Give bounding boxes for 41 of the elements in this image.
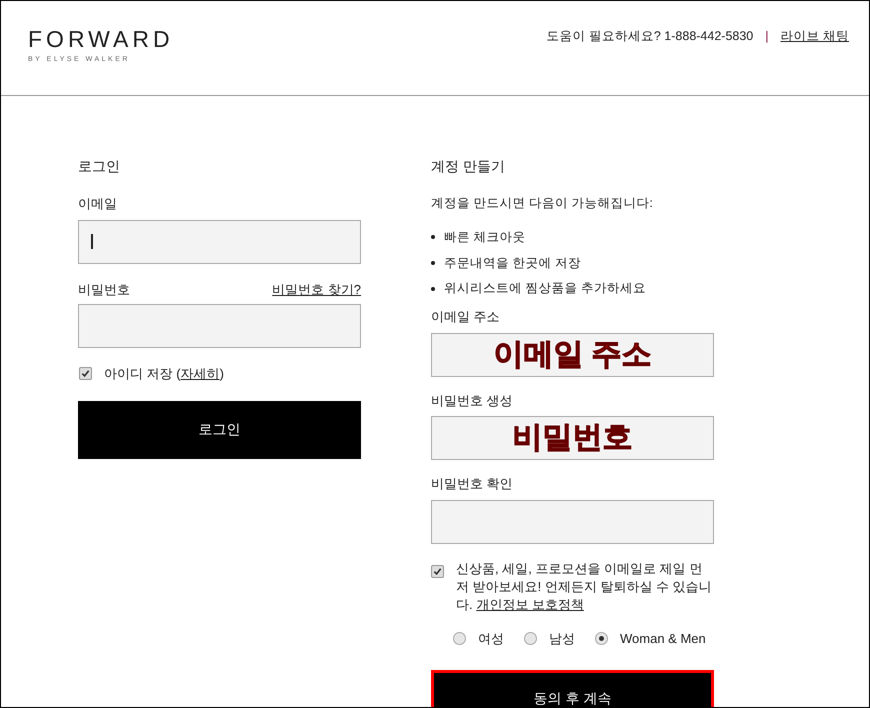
login-button[interactable]: 로그인 <box>78 400 361 458</box>
checkmark-icon <box>81 369 90 378</box>
checkbox[interactable] <box>431 564 444 578</box>
intro-text: 계정을 만드시면 다음이 가능해집니다: <box>431 195 654 212</box>
details-link[interactable]: 자세히 <box>180 366 220 381</box>
field-label: 이메일 주소 <box>431 308 501 326</box>
benefit-text: 위시리스트에 찜상품을 추가하세요 <box>444 280 646 298</box>
radio-label: 여성 <box>478 630 504 648</box>
continue-button[interactable]: 동의 후 계속 <box>431 670 714 707</box>
input-field[interactable] <box>78 220 361 264</box>
logo[interactable]: FORWARD <box>28 27 174 51</box>
field-label: 비밀번호 확인 <box>431 475 514 493</box>
newsletter-text: 신상품, 세일, 프로모션을 이메일로 제일 먼저 받아보세요! 언제든지 탈퇴하실 수 있습니다. 개인정보 보호정책 <box>456 560 713 614</box>
checkbox[interactable] <box>79 367 92 380</box>
radio-label: 남성 <box>549 630 575 648</box>
bullet-icon <box>431 235 435 240</box>
radio-button[interactable] <box>595 632 608 645</box>
benefit-text: 빠른 체크아웃 <box>444 228 526 246</box>
text-cursor <box>91 234 93 249</box>
field-label: 비밀번호 생성 <box>431 392 514 410</box>
privacy-link[interactable]: 개인정보 보호정책 <box>476 596 584 612</box>
field-label: 이메일 <box>78 195 118 213</box>
radio-label: Woman & Men <box>620 630 706 648</box>
remember-label: 아이디 저장 (자세히) <box>104 365 224 383</box>
forgot-password-link[interactable]: 비밀번호 찾기? <box>272 280 361 299</box>
benefit-text: 주문내역을 한곳에 저장 <box>444 254 581 272</box>
section-title: 로그인 <box>78 157 121 176</box>
bullet-icon <box>431 286 435 291</box>
radio-button[interactable] <box>453 632 466 645</box>
section-title: 계정 만들기 <box>431 157 506 176</box>
checkmark-icon <box>433 566 442 576</box>
bullet-icon <box>431 260 435 265</box>
chat-link[interactable]: 라이브 채팅 <box>780 27 849 46</box>
input-field[interactable] <box>78 304 361 348</box>
separator: | <box>765 28 769 45</box>
field-label: 비밀번호 <box>78 280 130 298</box>
input-field[interactable]: 비밀번호 <box>431 416 714 460</box>
radio-button[interactable] <box>524 632 537 645</box>
input-field[interactable]: 이메일 주소 <box>431 332 714 376</box>
help-text: 도움이 필요하세요? 1-888-442-5830 <box>546 28 754 45</box>
input-field[interactable] <box>431 500 714 544</box>
